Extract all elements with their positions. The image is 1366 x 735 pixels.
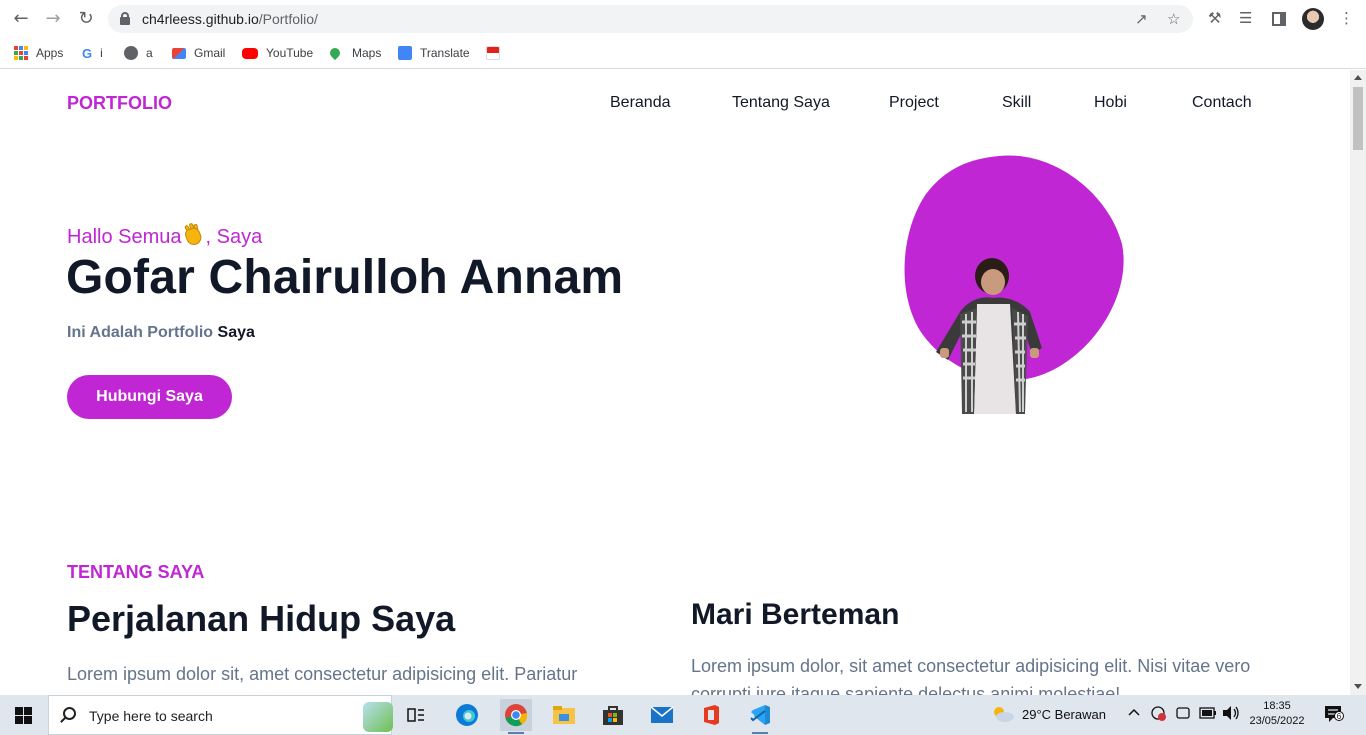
about-text-line1: Lorem ipsum dolor sit, amet consectetur … [67,664,578,684]
network-error-icon[interactable] [1151,706,1167,725]
bookmark-translate[interactable]: Translate [398,44,470,62]
friends-title: Mari Berteman [691,598,900,631]
bookmark-youtube[interactable]: YouTube [242,44,313,62]
microsoft-store-icon[interactable] [597,699,629,731]
scroll-up-arrow-icon[interactable] [1354,75,1362,80]
friends-text-line1: Lorem ipsum dolor, sit amet consectetur … [691,656,1251,676]
subtitle-prefix: Ini Adalah Portfolio [67,324,218,341]
office-icon[interactable] [695,699,727,731]
scroll-down-arrow-icon[interactable] [1354,684,1362,689]
mail-icon[interactable] [646,699,678,731]
subtitle-bold: Saya [217,324,255,341]
search-placeholder: Type here to search [89,708,213,724]
volume-icon[interactable] [1222,705,1240,724]
google-icon: G [82,46,93,61]
bookmark-maps[interactable]: Maps [327,44,382,62]
greeting-prefix: Hallo Semua [67,226,182,248]
about-section-label: TENTANG SAYA [67,562,205,582]
about-section-title: Perjalanan Hidup Saya [67,598,456,639]
flag-icon [486,46,500,60]
url-path: /Portfolio/ [258,11,318,27]
hero-subtitle: Ini Adalah Portfolio Saya [67,324,255,342]
extensions-icon[interactable]: ⚒ [1208,9,1221,27]
edge-browser-icon[interactable] [451,699,483,731]
nav-hobi[interactable]: Hobi [1094,94,1127,112]
file-explorer-icon[interactable] [548,699,580,731]
clock-date: 23/05/2022 [1249,715,1305,727]
translate-icon [398,46,412,60]
weather-text[interactable]: 29°C Berawan [1022,707,1106,722]
hero-greeting: Hallo Semua , Saya [67,222,263,249]
browser-toolbar: ← → ↻ ch4rleess.github.io/Portfolio/ ↗ ☆… [0,0,1366,38]
battery-icon[interactable] [1199,707,1217,722]
bookmark-label: Gmail [194,46,226,60]
bookmark-label: i [100,46,103,60]
waving-hand-icon [182,222,206,248]
kebab-menu-icon[interactable]: ⋮ [1339,9,1354,27]
bookmark-label: a [146,46,153,60]
bookmark-star-icon[interactable]: ☆ [1167,10,1180,28]
address-bar[interactable]: ch4rleess.github.io/Portfolio/ ↗ ☆ [108,5,1193,33]
weather-icon[interactable] [990,704,1016,727]
taskbar-clock[interactable]: 18:35 23/05/2022 [1246,699,1308,729]
nav-tentang-saya[interactable]: Tentang Saya [732,94,830,112]
hero-person-photo [936,258,1042,414]
lock-icon[interactable] [120,12,130,25]
reload-icon[interactable]: ↻ [76,9,96,29]
page-scrollbar[interactable] [1350,70,1366,695]
maps-icon [327,45,343,61]
bookmark-folder[interactable] [486,44,508,62]
about-section-text: Lorem ipsum dolor sit, amet consectetur … [67,660,627,688]
notification-count-badge: 6 [1334,711,1344,721]
bookmarks-bar: Apps G i a Gmail YouTube Maps Translate [0,38,1366,69]
notification-center-icon[interactable]: 6 [1324,705,1344,723]
forward-arrow-icon[interactable]: → [43,9,63,29]
search-icon [63,707,76,720]
url-host: ch4rleess.github.io [142,11,259,27]
bookmark-google[interactable]: G i [82,44,103,62]
globe-icon [124,46,138,60]
vscode-icon[interactable] [744,699,776,734]
bookmark-label: Translate [420,46,470,60]
share-icon[interactable]: ↗ [1135,10,1148,28]
nav-contach[interactable]: Contach [1192,94,1252,112]
task-view-icon[interactable] [400,699,432,731]
profile-avatar[interactable] [1302,8,1324,30]
windows-start-icon[interactable] [15,707,32,724]
back-arrow-icon[interactable]: ← [11,9,31,29]
site-brand[interactable]: PORTFOLIO [67,93,172,114]
bookmark-label: YouTube [266,46,314,60]
meet-now-icon[interactable] [1176,706,1190,723]
bookmark-label: Apps [36,46,64,60]
gmail-icon [172,47,186,59]
media-control-icon[interactable]: ☰ [1239,9,1252,27]
bookmark-apps[interactable]: Apps [14,44,63,62]
hero-name: Gofar Chairulloh Annam [66,251,624,304]
friends-text-line2: corrupti iure itaque sapiente delectus a… [691,684,1121,695]
taskbar-search-box[interactable]: Type here to search [48,695,393,735]
web-page: PORTFOLIO Beranda Tentang Saya Project S… [0,70,1350,695]
friends-text: Lorem ipsum dolor, sit amet consectetur … [691,652,1291,695]
chrome-browser-icon[interactable] [500,699,532,734]
youtube-icon [242,47,258,59]
bookmark-label: Maps [352,46,382,60]
contact-me-button[interactable]: Hubungi Saya [67,375,232,419]
apps-grid-icon [14,46,28,60]
greeting-suffix: , Saya [205,226,263,248]
bookmark-gmail[interactable]: Gmail [172,44,225,62]
nav-skill[interactable]: Skill [1002,94,1031,112]
search-highlight-image [363,702,393,732]
clock-time: 18:35 [1263,700,1291,712]
windows-taskbar: Type here to search 29°C Berawan 18:35 2… [0,695,1366,735]
bookmark-a[interactable]: a [124,44,153,62]
side-panel-icon[interactable] [1272,12,1286,26]
scrollbar-thumb[interactable] [1353,87,1363,150]
nav-beranda[interactable]: Beranda [610,94,671,112]
show-hidden-icons-chevron-icon[interactable] [1128,705,1140,720]
url-text[interactable]: ch4rleess.github.io/Portfolio/ [142,11,318,27]
nav-project[interactable]: Project [889,94,939,112]
